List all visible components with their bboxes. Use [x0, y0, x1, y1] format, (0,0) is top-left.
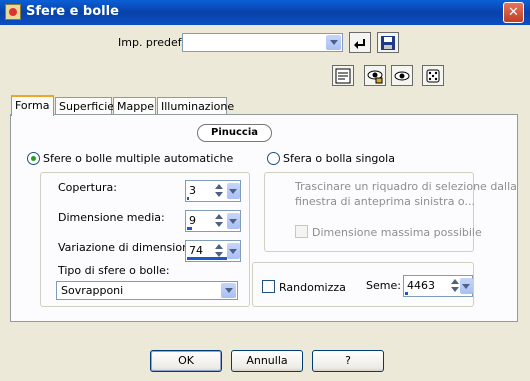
avg-size-level-bar [187, 227, 192, 230]
type-select[interactable]: Sovrapponi [56, 281, 238, 300]
app-icon [5, 4, 21, 20]
author-badge: Pinuccia [197, 124, 272, 142]
save-preset-button[interactable] [377, 32, 399, 53]
up-down-arrows-icon[interactable] [213, 243, 225, 259]
coverage-level-bar [187, 197, 189, 200]
up-down-arrows-icon[interactable] [213, 213, 225, 229]
single-hint-line2: finestra di anteprima sinistra o... [295, 195, 475, 208]
eye-lock-icon [367, 70, 383, 84]
single-mode-label: Sfera o bolla singola [283, 152, 395, 165]
randomize-parameters-button[interactable] [422, 65, 444, 86]
proof-lock-button[interactable] [364, 65, 386, 86]
coverage-label: Copertura: [58, 181, 117, 194]
type-value: Sovrapponi [61, 284, 124, 297]
max-size-label: Dimensione massima possibile [312, 226, 482, 239]
size-variation-spinner[interactable]: 74 [185, 240, 241, 262]
help-button[interactable]: ? [312, 350, 384, 372]
floppy-disk-icon [381, 36, 395, 50]
reset-preset-button[interactable] [349, 32, 371, 53]
auto-mode-radio[interactable] [27, 152, 40, 165]
coverage-spinner[interactable]: 3 [185, 180, 241, 202]
single-mode-radio[interactable] [267, 152, 280, 165]
seed-level-bar [405, 292, 408, 295]
coverage-value: 3 [189, 184, 196, 197]
single-hint-line1: Trascinare un riquadro di selezione dall… [295, 180, 517, 193]
seed-spinner[interactable]: 4463 [403, 275, 473, 297]
avg-size-spinner[interactable]: 9 [185, 210, 241, 232]
preset-select[interactable] [182, 33, 343, 52]
size-variation-value: 74 [189, 244, 203, 257]
close-button[interactable]: ✕ [503, 2, 524, 23]
type-label: Tipo di sfere o bolle: [58, 264, 170, 277]
chevron-down-icon[interactable] [227, 183, 240, 199]
preview-window-button[interactable] [332, 65, 354, 86]
size-variation-label: Variazione di dimensione: [58, 241, 200, 254]
avg-size-value: 9 [189, 214, 196, 227]
title-bar: Sfere e bolle ✕ [0, 0, 530, 25]
max-size-checkbox[interactable] [295, 225, 308, 238]
auto-mode-label: Sfere o bolle multiple automatiche [43, 152, 234, 165]
eye-icon [394, 71, 410, 81]
seed-label: Seme: [366, 279, 401, 292]
chevron-down-icon[interactable] [326, 35, 341, 50]
undo-arrow-icon [354, 39, 365, 49]
randomize-checkbox[interactable] [262, 280, 275, 293]
randomize-label: Randomizza [279, 281, 346, 294]
up-down-arrows-icon[interactable] [213, 183, 225, 199]
seed-value: 4463 [407, 279, 435, 292]
chevron-down-icon[interactable] [227, 243, 240, 259]
chevron-down-icon[interactable] [221, 283, 236, 298]
chevron-down-icon[interactable] [460, 278, 473, 294]
cancel-button[interactable]: Annulla [231, 350, 303, 372]
preset-label: Imp. predef.: [118, 36, 188, 49]
chevron-down-icon[interactable] [227, 213, 240, 229]
tab-forma[interactable]: Forma [11, 95, 54, 116]
window-list-icon [335, 68, 351, 84]
ok-button[interactable]: OK [150, 350, 222, 372]
dice-icon [426, 69, 440, 83]
avg-size-label: Dimensione media: [58, 211, 165, 224]
proof-button[interactable] [391, 65, 413, 86]
window-title: Sfere e bolle [26, 4, 119, 19]
